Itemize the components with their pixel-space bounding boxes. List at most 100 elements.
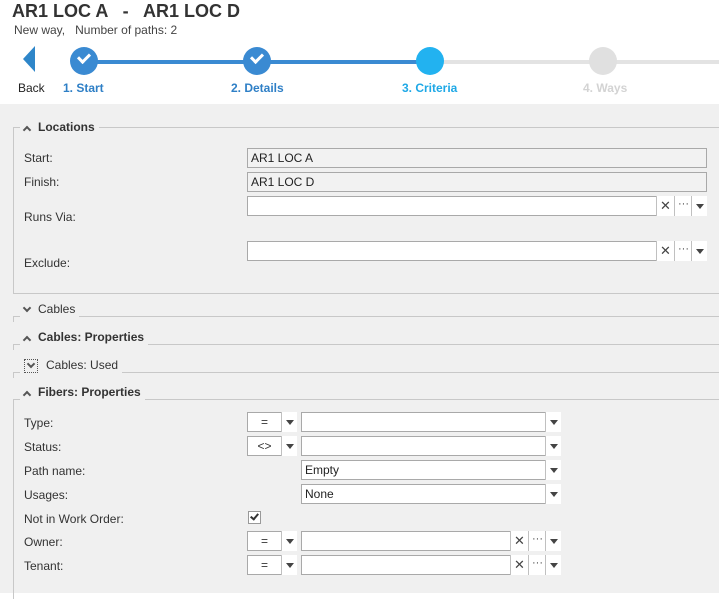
tenant-label: Tenant: xyxy=(24,559,64,573)
step-label-start[interactable]: 1. Start xyxy=(63,81,104,95)
clear-icon: ✕ xyxy=(514,557,525,572)
status-dropdown-button[interactable] xyxy=(545,436,561,456)
dropdown-arrow-icon xyxy=(286,563,294,568)
step-3-active-circle[interactable] xyxy=(416,47,444,75)
back-button[interactable]: Back xyxy=(14,44,48,96)
chevron-down-icon xyxy=(26,359,36,369)
status-label: Status: xyxy=(24,440,62,454)
cables-group-frame xyxy=(13,316,719,322)
runs-via-browse-button[interactable]: ··· xyxy=(674,196,692,216)
owner-input[interactable]: ✕ ··· xyxy=(301,531,561,551)
dropdown-arrow-icon xyxy=(286,420,294,425)
tenant-dropdown-button[interactable] xyxy=(545,555,561,575)
exclude-dropdown-button[interactable] xyxy=(691,241,707,261)
back-label: Back xyxy=(18,81,45,95)
exclude-input[interactable]: ✕ ··· xyxy=(247,241,707,261)
usages-value: None xyxy=(305,487,334,501)
cables-properties-group-title: Cables: Properties xyxy=(38,330,145,344)
runs-via-label: Runs Via: xyxy=(24,210,76,224)
start-label: Start: xyxy=(24,151,53,165)
start-field[interactable]: AR1 LOC A xyxy=(247,148,707,168)
checkmark-icon xyxy=(250,511,259,521)
exclude-label: Exclude: xyxy=(24,256,71,270)
runs-via-clear-button[interactable]: ✕ xyxy=(656,196,674,216)
type-dropdown-button[interactable] xyxy=(545,412,561,432)
owner-clear-button[interactable]: ✕ xyxy=(510,531,528,551)
wizard-track-pending xyxy=(430,60,719,64)
cables-used-group-title: Cables: Used xyxy=(46,358,119,372)
criteria-panel: Locations Start: AR1 LOC A Finish: AR1 L… xyxy=(0,104,719,599)
page-subtitle: New way, Number of paths: 2 xyxy=(14,23,178,37)
focus-box xyxy=(24,358,38,373)
owner-operator-dropdown[interactable] xyxy=(281,531,297,551)
tenant-clear-button[interactable]: ✕ xyxy=(510,555,528,575)
exclude-browse-button[interactable]: ··· xyxy=(674,241,692,261)
cables-group-title: Cables xyxy=(38,302,76,316)
clear-icon: ✕ xyxy=(660,198,671,213)
type-operator-dropdown[interactable] xyxy=(281,412,297,432)
type-label: Type: xyxy=(24,416,54,430)
step-4-disabled-circle xyxy=(589,47,617,75)
cables-used-group-header[interactable]: Cables: Used xyxy=(20,357,123,373)
header: AR1 LOC A - AR1 LOC D New way, Number of… xyxy=(0,0,719,104)
step-1-done-circle[interactable] xyxy=(70,47,98,75)
finish-field[interactable]: AR1 LOC D xyxy=(247,172,707,192)
path-name-label: Path name: xyxy=(24,464,86,478)
status-operator-value: <> xyxy=(257,439,272,453)
clear-icon: ✕ xyxy=(660,243,671,258)
step-label-criteria[interactable]: 3. Criteria xyxy=(402,81,457,95)
step-label-details[interactable]: 2. Details xyxy=(231,81,284,95)
dropdown-arrow-icon xyxy=(286,539,294,544)
owner-operator-select[interactable]: = xyxy=(247,531,297,551)
type-operator-value: = xyxy=(260,415,268,429)
status-operator-select[interactable]: <> xyxy=(247,436,297,456)
type-select[interactable] xyxy=(301,412,561,432)
chevron-up-icon xyxy=(22,335,32,345)
tenant-operator-dropdown[interactable] xyxy=(281,555,297,575)
tenant-input[interactable]: ✕ ··· xyxy=(301,555,561,575)
owner-dropdown-button[interactable] xyxy=(545,531,561,551)
type-operator-select[interactable]: = xyxy=(247,412,297,432)
owner-label: Owner: xyxy=(24,535,63,549)
cables-group-header[interactable]: Cables xyxy=(20,301,80,317)
runs-via-dropdown-button[interactable] xyxy=(691,196,707,216)
fibers-properties-group-header[interactable]: Fibers: Properties xyxy=(20,384,145,400)
ellipsis-icon: ··· xyxy=(532,533,543,545)
check-icon xyxy=(76,49,92,65)
owner-operator-value: = xyxy=(260,534,268,548)
back-arrow-icon xyxy=(23,46,35,72)
usages-dropdown-button[interactable] xyxy=(545,484,561,504)
status-select[interactable] xyxy=(301,436,561,456)
usages-label: Usages: xyxy=(24,488,69,502)
chevron-down-icon xyxy=(22,303,32,313)
step-label-ways: 4. Ways xyxy=(583,81,628,95)
step-2-done-circle[interactable] xyxy=(243,47,271,75)
dropdown-arrow-icon xyxy=(550,539,558,544)
page-title: AR1 LOC A - AR1 LOC D xyxy=(12,1,241,21)
fibers-properties-group-title: Fibers: Properties xyxy=(38,385,141,399)
locations-group-header[interactable]: Locations xyxy=(20,119,99,135)
exclude-clear-button[interactable]: ✕ xyxy=(656,241,674,261)
clear-icon: ✕ xyxy=(514,533,525,548)
path-name-value: Empty xyxy=(305,463,340,477)
path-name-select[interactable]: Empty xyxy=(301,460,561,480)
dropdown-arrow-icon xyxy=(550,444,558,449)
finish-label: Finish: xyxy=(24,175,60,189)
locations-group-title: Locations xyxy=(38,120,95,134)
dropdown-arrow-icon xyxy=(286,444,294,449)
tenant-operator-select[interactable]: = xyxy=(247,555,297,575)
cables-properties-group-header[interactable]: Cables: Properties xyxy=(20,329,149,345)
dropdown-arrow-icon xyxy=(550,492,558,497)
ellipsis-icon: ··· xyxy=(678,243,689,255)
path-name-dropdown-button[interactable] xyxy=(545,460,561,480)
usages-select[interactable]: None xyxy=(301,484,561,504)
tenant-browse-button[interactable]: ··· xyxy=(528,555,546,575)
ellipsis-icon: ··· xyxy=(532,557,543,569)
status-operator-dropdown[interactable] xyxy=(281,436,297,456)
dropdown-arrow-icon xyxy=(696,249,704,254)
chevron-up-icon xyxy=(22,390,32,400)
not-in-work-order-checkbox[interactable] xyxy=(248,511,261,524)
owner-browse-button[interactable]: ··· xyxy=(528,531,546,551)
chevron-up-icon xyxy=(22,125,32,135)
runs-via-input[interactable]: ✕ ··· xyxy=(247,196,707,216)
